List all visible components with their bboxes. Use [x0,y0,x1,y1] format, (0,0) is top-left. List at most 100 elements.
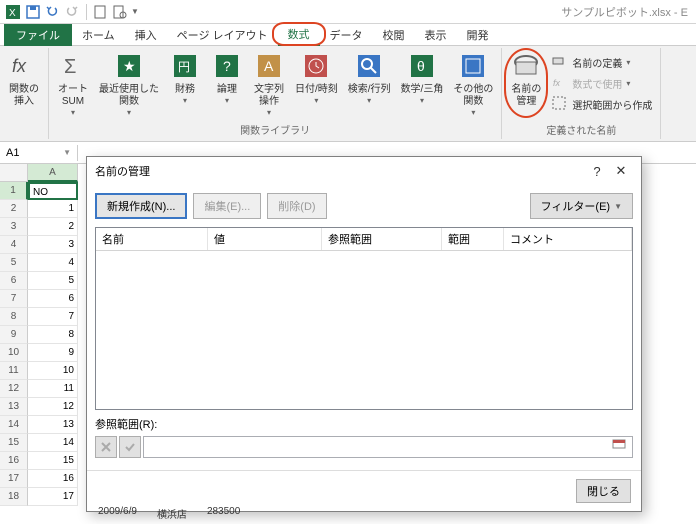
cell[interactable]: 13 [28,416,78,434]
close-button[interactable]: 閉じる [576,479,631,503]
select-all-corner[interactable] [0,164,28,182]
col-name[interactable]: 名前 [96,228,208,250]
cell[interactable]: 17 [28,488,78,506]
logical-button[interactable]: ?論理▾ [207,48,247,120]
group-label-library: 関数ライブラリ [53,120,497,139]
autosum-button[interactable]: Σオート SUM▾ [53,48,93,120]
datetime-button[interactable]: 日付/時刻▾ [291,48,342,120]
search-icon [353,50,385,82]
undo-icon[interactable] [44,3,62,21]
math-button[interactable]: θ数学/三角▾ [397,48,448,120]
cell[interactable]: 9 [28,344,78,362]
star-icon: ★ [113,50,145,82]
row-header[interactable]: 18 [0,488,28,506]
cell[interactable]: 16 [28,470,78,488]
row-header[interactable]: 10 [0,344,28,362]
tab-pagelayout[interactable]: ページ レイアウト [167,25,278,45]
row-header[interactable]: 17 [0,470,28,488]
row-header[interactable]: 4 [0,236,28,254]
group-label-defined-names: 定義された名前 [506,120,656,139]
cell[interactable]: 7 [28,308,78,326]
name-box[interactable]: A1 ▼ [0,145,78,161]
col-comment[interactable]: コメント [504,228,632,250]
cell[interactable]: 3 [28,236,78,254]
tab-data[interactable]: データ [320,25,373,45]
row-header[interactable]: 16 [0,452,28,470]
cell[interactable]: 2 [28,218,78,236]
row-header[interactable]: 11 [0,362,28,380]
col-value[interactable]: 値 [208,228,322,250]
create-from-selection-button[interactable]: 選択範囲から作成 [548,94,656,114]
tab-insert[interactable]: 挿入 [125,25,167,45]
help-button[interactable]: ? [585,159,609,183]
cell[interactable]: 12 [28,398,78,416]
recent-button[interactable]: ★最近使用した 関数▾ [95,48,163,120]
tab-file[interactable]: ファイル [4,24,72,46]
row-header[interactable]: 7 [0,290,28,308]
use-in-formula-button[interactable]: fx数式で使用▾ [548,73,656,93]
cell[interactable]: NO [28,182,78,200]
svg-text:fx: fx [553,78,561,88]
cell[interactable]: 14 [28,434,78,452]
svg-text:X: X [9,8,16,19]
svg-text:θ: θ [417,58,425,74]
text-button[interactable]: A文字列 操作▾ [249,48,289,120]
name-manager-icon [510,50,542,82]
names-list[interactable]: 名前 値 参照範囲 範囲 コメント [95,227,633,410]
ref-label: 参照範囲(R): [95,416,633,432]
selection-icon [552,96,568,112]
fx-small-icon: fx [552,75,568,91]
cell[interactable]: 8 [28,326,78,344]
row-header[interactable]: 12 [0,380,28,398]
cell[interactable]: 11 [28,380,78,398]
row-header[interactable]: 15 [0,434,28,452]
tab-home[interactable]: ホーム [72,25,125,45]
row-header[interactable]: 14 [0,416,28,434]
tab-developer[interactable]: 開発 [457,25,499,45]
col-header-a[interactable]: A [28,164,78,182]
tab-review[interactable]: 校閲 [373,25,415,45]
svg-text:?: ? [223,58,231,74]
row-header[interactable]: 9 [0,326,28,344]
lookup-button[interactable]: 検索/行列▾ [344,48,395,120]
cell[interactable]: 5 [28,272,78,290]
preview-icon[interactable] [111,3,129,21]
fx-icon: fx [8,50,40,82]
name-manager-dialog: 名前の管理 ? ✕ 新規作成(N)... 編集(E)... 削除(D) フィルタ… [86,156,642,512]
row-header[interactable]: 8 [0,308,28,326]
row-header[interactable]: 1 [0,182,28,200]
save-icon[interactable] [24,3,42,21]
app-icon: X [4,3,22,21]
range-picker-icon[interactable] [612,439,628,455]
row-header[interactable]: 6 [0,272,28,290]
cell[interactable]: 6 [28,290,78,308]
book-icon [457,50,489,82]
question-icon: ? [211,50,243,82]
new-button[interactable]: 新規作成(N)... [95,193,187,219]
svg-text:Σ: Σ [64,56,76,78]
row-header[interactable]: 2 [0,200,28,218]
row-header[interactable]: 5 [0,254,28,272]
tab-formulas[interactable]: 数式 [278,24,320,46]
filter-button[interactable]: フィルター(E)▼ [530,193,633,219]
more-functions-button[interactable]: その他の 関数▾ [449,48,497,120]
chevron-down-icon[interactable]: ▼ [63,148,71,157]
row-header[interactable]: 13 [0,398,28,416]
col-ref[interactable]: 参照範囲 [322,228,442,250]
new-icon[interactable] [91,3,109,21]
define-name-button[interactable]: 名前の定義▾ [548,52,656,72]
name-manager-button[interactable]: 名前の 管理 [506,48,546,120]
close-icon[interactable]: ✕ [609,159,633,183]
cell[interactable]: 10 [28,362,78,380]
row-header[interactable]: 3 [0,218,28,236]
financial-button[interactable]: 円財務▾ [165,48,205,120]
qat-more-icon[interactable]: ▼ [131,7,139,16]
cell[interactable]: 4 [28,254,78,272]
cell[interactable]: 1 [28,200,78,218]
ref-input[interactable] [143,436,633,458]
cell[interactable]: 15 [28,452,78,470]
col-scope[interactable]: 範囲 [442,228,504,250]
redo-icon[interactable] [64,3,82,21]
tab-view[interactable]: 表示 [415,25,457,45]
insert-function-button[interactable]: fx 関数の 挿入 [4,48,44,139]
